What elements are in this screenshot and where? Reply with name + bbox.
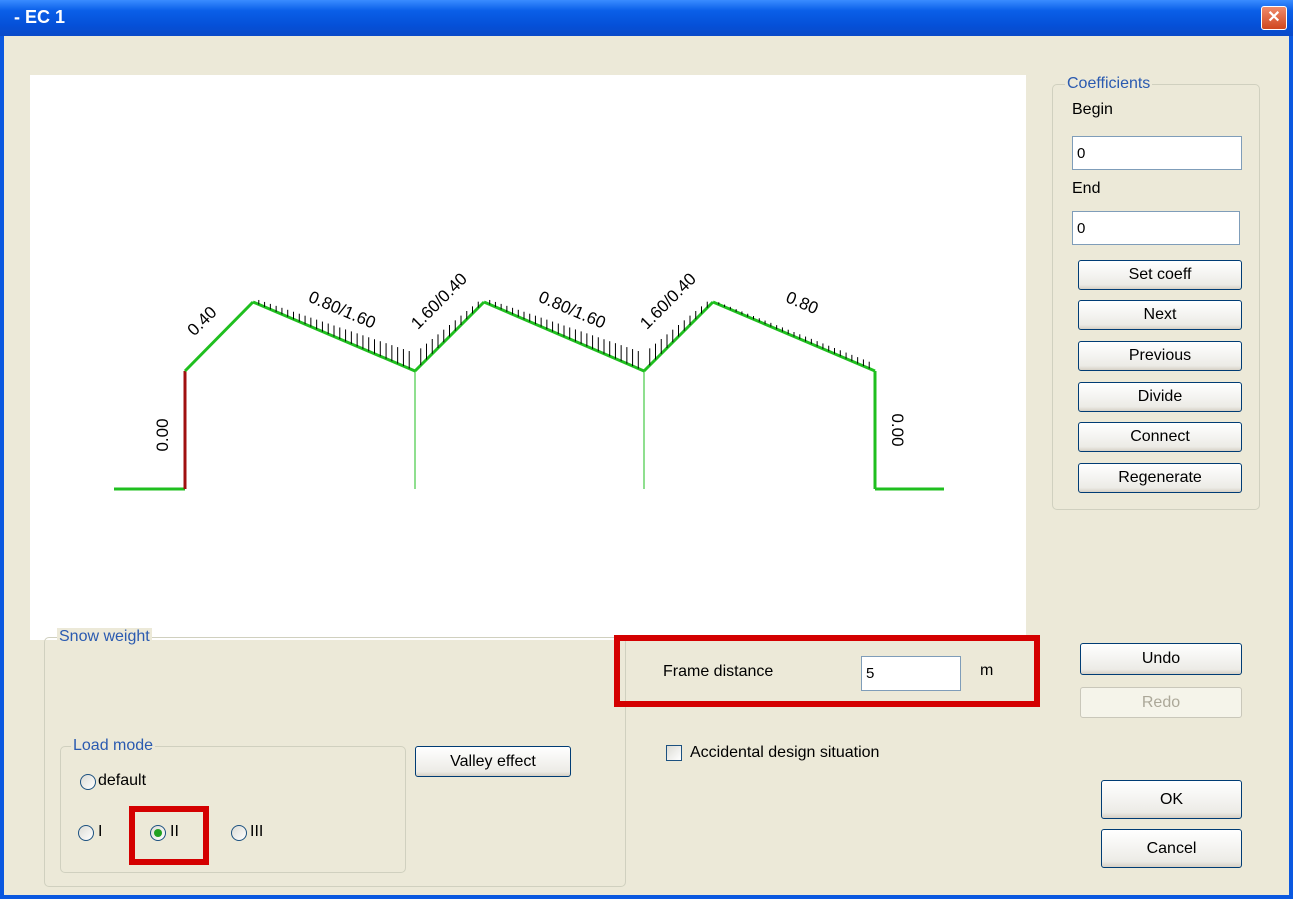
regenerate-button[interactable]: Regenerate (1078, 463, 1242, 493)
accidental-design-checkbox[interactable] (666, 745, 682, 761)
snow-weight-legend: Snow weight (57, 628, 152, 646)
load-mode-group: Load mode (60, 737, 406, 873)
load-mode-legend: Load mode (71, 737, 156, 755)
redo-button[interactable]: Redo (1080, 687, 1242, 718)
label-left-wall: 0.00 (153, 418, 172, 451)
begin-coefficient-input[interactable] (1072, 136, 1242, 170)
cancel-button[interactable]: Cancel (1101, 829, 1242, 868)
roof-diagram: 0.000.40 0.80/1.60 1.60/0.40 0.80/1.60 1.60/… (114, 269, 944, 491)
load-mode-ii-highlight (129, 806, 209, 865)
load-mode-i-label: I (98, 823, 103, 840)
accidental-design-label: Accidental design situation (690, 744, 880, 761)
end-label: End (1072, 180, 1101, 197)
next-button[interactable]: Next (1078, 300, 1242, 330)
ec1-dialog: - EC 1 ✕ 0.00 0.40 0.80/1.60 1.60/0.40 0.80/… (0, 0, 1293, 899)
roof-diagram-canvas[interactable]: 0.00 0.40 0.80/1.60 1.60/0.40 0.80/1.60 1.60/… (30, 75, 1026, 640)
previous-button[interactable]: Previous (1078, 341, 1242, 371)
coefficients-legend: Coefficients (1065, 75, 1153, 93)
load-mode-i-radio[interactable] (78, 825, 94, 841)
valley-effect-button[interactable]: Valley effect (415, 746, 571, 777)
load-mode-iii-label: III (250, 823, 264, 840)
undo-button[interactable]: Undo (1080, 643, 1242, 675)
end-coefficient-input[interactable] (1072, 211, 1240, 245)
ok-button[interactable]: OK (1101, 780, 1242, 819)
frame-distance-highlight (614, 635, 1040, 707)
close-icon: ✕ (1267, 9, 1281, 26)
window-title: - EC 1 (14, 7, 66, 27)
load-mode-default-label: default (98, 772, 147, 789)
title-bar: - EC 1 ✕ (0, 0, 1293, 36)
divide-button[interactable]: Divide (1078, 382, 1242, 412)
load-mode-default-radio[interactable] (80, 774, 96, 790)
label-slope-1: 0.40 (184, 303, 221, 340)
begin-label: Begin (1072, 101, 1113, 118)
connect-button[interactable]: Connect (1078, 422, 1242, 452)
set-coeff-button[interactable]: Set coeff (1078, 260, 1242, 290)
label-right-wall: 0.00 (888, 413, 907, 446)
close-button[interactable]: ✕ (1261, 6, 1287, 30)
label-slope-6: 0.80 (783, 288, 821, 318)
load-mode-iii-radio[interactable] (231, 825, 247, 841)
